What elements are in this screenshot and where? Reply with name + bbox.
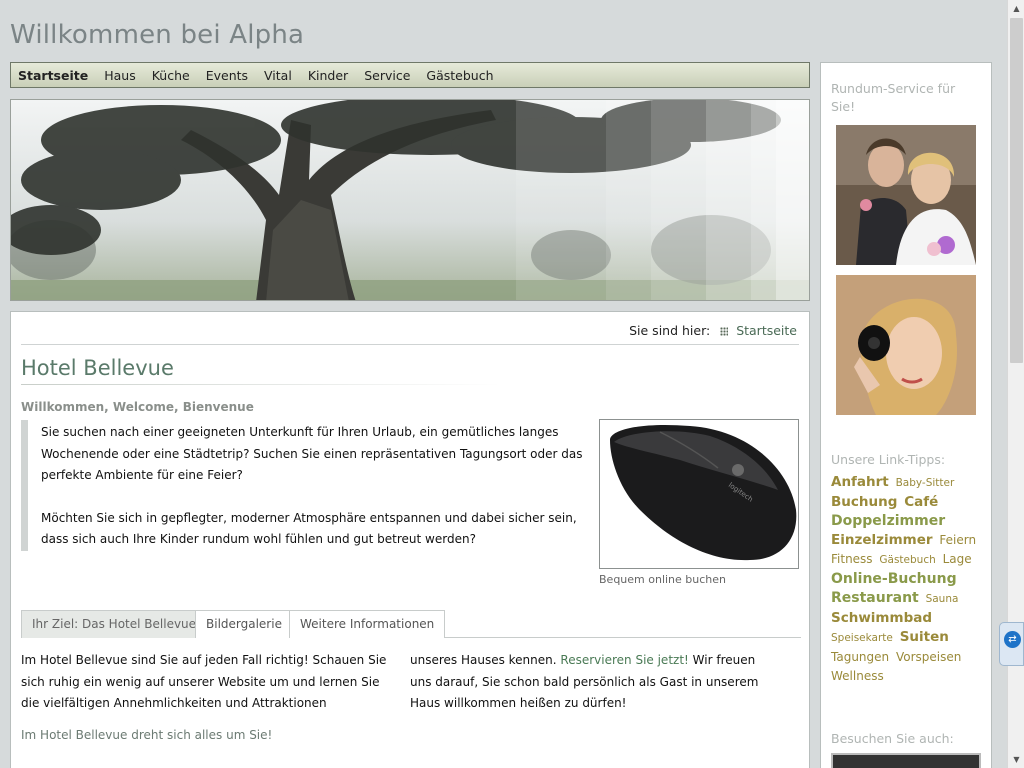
- nav-item-kinder[interactable]: Kinder: [308, 68, 348, 83]
- reserve-now-link[interactable]: Reservieren Sie jetzt!: [560, 653, 688, 667]
- scroll-down-icon[interactable]: ▼: [1008, 751, 1024, 768]
- nav-item-vital[interactable]: Vital: [264, 68, 292, 83]
- site-title: Willkommen bei Alpha: [10, 20, 305, 50]
- nav-item-startseite[interactable]: Startseite: [18, 68, 88, 83]
- tag-link-speisekarte[interactable]: Speisekarte: [831, 632, 893, 644]
- sidebar-heading-visit: Besuchen Sie auch:: [831, 731, 954, 746]
- scrollbar-thumb[interactable]: [1010, 18, 1023, 363]
- divider: [21, 344, 799, 345]
- intro-paragraph-2: Möchten Sie sich in gepflegter, moderner…: [41, 510, 577, 547]
- intro-paragraph-1: Sie suchen nach einer geeigneten Unterku…: [41, 425, 583, 482]
- image-caption: Bequem online buchen: [599, 573, 727, 586]
- tab-text-1: Im Hotel Bellevue sind Sie auf jeden Fal…: [21, 653, 387, 710]
- computer-mouse-image[interactable]: logitech: [599, 419, 799, 569]
- tab-weitere-informationen[interactable]: Weitere Informationen: [289, 610, 446, 638]
- nav-item-service[interactable]: Service: [364, 68, 410, 83]
- tag-link-suiten[interactable]: Suiten: [900, 629, 949, 645]
- nav-item-küche[interactable]: Küche: [152, 68, 190, 83]
- content-tabs: Ihr Ziel: Das Hotel Bellevue Bildergaler…: [21, 610, 801, 638]
- tag-link-wellness[interactable]: Wellness: [831, 669, 884, 683]
- dotted-arrow-icon: [720, 327, 729, 336]
- page-subtitle: Willkommen, Welcome, Bienvenue: [21, 400, 254, 414]
- woman-with-camera-photo[interactable]: [836, 275, 976, 415]
- nav-item-haus[interactable]: Haus: [104, 68, 136, 83]
- tab-ihr-ziel[interactable]: Ihr Ziel: Das Hotel Bellevue: [21, 610, 208, 638]
- tag-link-einzelzimmer[interactable]: Einzelzimmer: [831, 532, 933, 548]
- tag-link-fitness[interactable]: Fitness: [831, 552, 873, 566]
- tag-link-feiern[interactable]: Feiern: [939, 533, 976, 547]
- tag-link-anfahrt[interactable]: Anfahrt: [831, 474, 889, 490]
- tab-text-column-2: unseres Hauses kennen. Reservieren Sie j…: [410, 650, 780, 715]
- partner-image[interactable]: [831, 753, 981, 768]
- tag-link-online-buchung[interactable]: Online-Buchung: [831, 571, 957, 587]
- intro-blockquote: Sie suchen nach einer geeigneten Unterku…: [21, 420, 585, 551]
- tab-text-2-start: unseres Hauses kennen.: [410, 653, 557, 667]
- tagline: Im Hotel Bellevue dreht sich alles um Si…: [21, 728, 273, 742]
- tag-link-sauna[interactable]: Sauna: [926, 593, 959, 605]
- wedding-couple-photo[interactable]: [836, 125, 976, 265]
- tag-link-lage[interactable]: Lage: [943, 552, 972, 566]
- title-divider: [21, 384, 501, 385]
- tag-link-baby-sitter[interactable]: Baby-Sitter: [896, 477, 955, 489]
- tab-text-column-1: Im Hotel Bellevue sind Sie auf jeden Fal…: [21, 650, 391, 715]
- remote-support-widget[interactable]: ⇄: [999, 622, 1024, 666]
- tag-link-tagungen[interactable]: Tagungen: [831, 650, 889, 664]
- nav-item-events[interactable]: Events: [206, 68, 248, 83]
- page-title: Hotel Bellevue: [21, 356, 174, 380]
- page: Willkommen bei Alpha Startseite Haus Küche…: [0, 0, 1007, 768]
- main-content-panel: Sie sind hier: Startseite Hotel Bellevue…: [10, 311, 810, 768]
- header-banner-image: [10, 99, 810, 301]
- sidebar-heading-links: Unsere Link-Tipps:: [831, 452, 946, 467]
- tag-link-gästebuch[interactable]: Gästebuch: [879, 554, 935, 566]
- oak-tree-in-fog-image: [11, 100, 809, 300]
- tab-bildergalerie[interactable]: Bildergalerie: [195, 610, 293, 638]
- sidebar: Rundum-Service für Sie! Unsere Link-Tipp…: [820, 62, 992, 768]
- tag-cloud: Anfahrt Baby-Sitter Buchung Café Doppelz…: [831, 473, 983, 686]
- tag-link-caf-[interactable]: Café: [904, 494, 938, 510]
- breadcrumb: Sie sind hier: Startseite: [629, 323, 797, 338]
- tag-link-schwimmbad[interactable]: Schwimmbad: [831, 610, 932, 626]
- sidebar-heading-service: Rundum-Service für Sie!: [831, 81, 956, 114]
- breadcrumb-link-startseite[interactable]: Startseite: [736, 323, 797, 338]
- tag-link-doppelzimmer[interactable]: Doppelzimmer: [831, 513, 945, 529]
- breadcrumb-prefix: Sie sind hier:: [629, 323, 711, 338]
- tag-link-buchung[interactable]: Buchung: [831, 494, 897, 510]
- tag-link-restaurant[interactable]: Restaurant: [831, 590, 919, 606]
- nav-item-gästebuch[interactable]: Gästebuch: [426, 68, 493, 83]
- main-navigation: Startseite Haus Küche Events Vital Kinder Serv…: [10, 62, 810, 88]
- double-arrow-icon: ⇄: [1004, 631, 1021, 648]
- scroll-up-icon[interactable]: ▲: [1008, 0, 1024, 17]
- tag-link-vorspeisen[interactable]: Vorspeisen: [896, 650, 961, 664]
